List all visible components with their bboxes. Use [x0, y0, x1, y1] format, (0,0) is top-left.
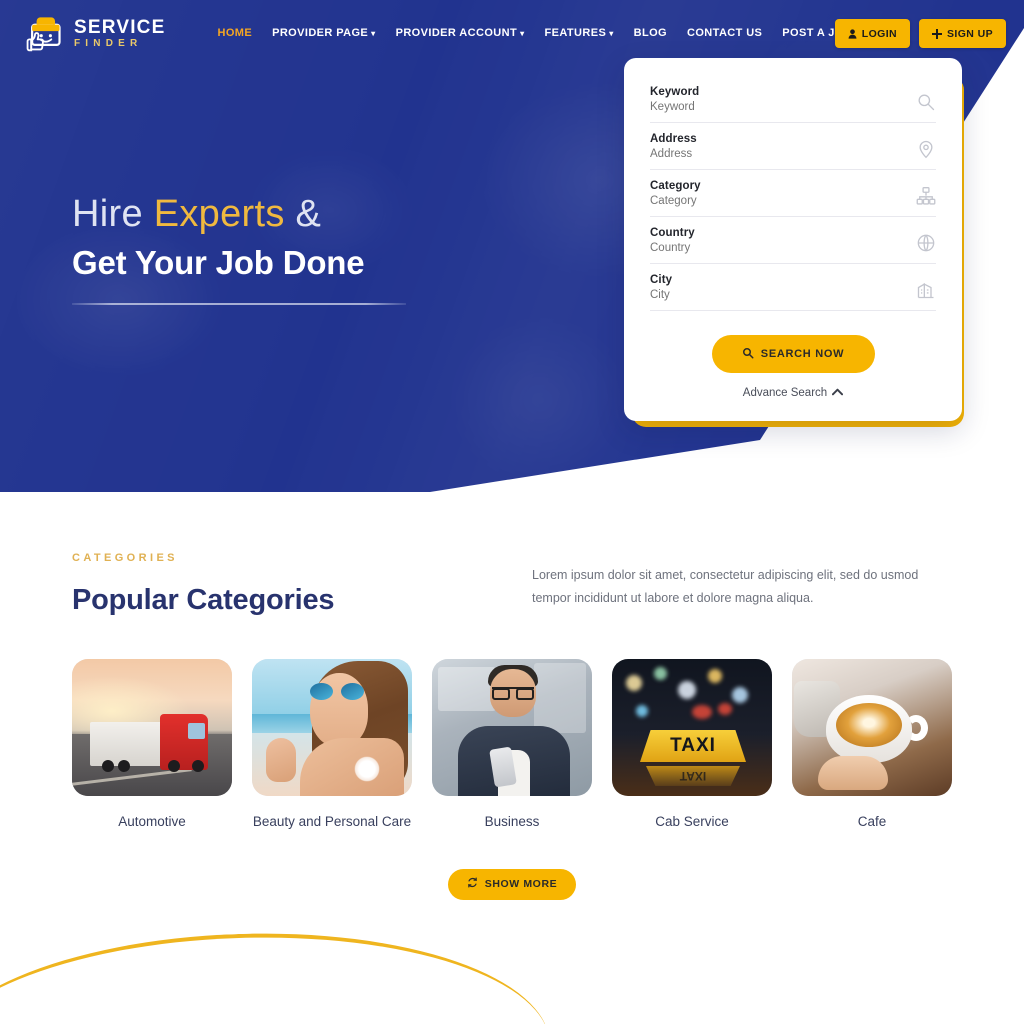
- nav-item-label: PROVIDER PAGE: [272, 27, 369, 39]
- category-card-automotive[interactable]: Automotive: [72, 659, 232, 834]
- search-field-label: Country: [650, 227, 695, 239]
- search-panel: Keyword Address Category Country: [624, 58, 964, 427]
- category-label: Beauty and Personal Care: [252, 814, 412, 829]
- plus-icon: [932, 28, 943, 39]
- nav-item-blog[interactable]: BLOG: [624, 21, 677, 45]
- nav-actions: LOGIN SIGN UP: [834, 19, 1006, 48]
- categories-title: Popular Categories: [72, 584, 335, 616]
- category-input[interactable]: [650, 195, 874, 207]
- user-icon: [848, 28, 857, 39]
- category-label: Business: [484, 814, 540, 829]
- category-card-beauty-and-personal-care[interactable]: Beauty and Personal Care: [252, 659, 412, 834]
- search-card: Keyword Address Category Country: [624, 58, 962, 421]
- search-field-category[interactable]: Category: [650, 176, 936, 217]
- search-field-country[interactable]: Country: [650, 223, 936, 264]
- chevron-down-icon: ▾: [520, 29, 525, 38]
- show-more-button[interactable]: SHOW MORE: [447, 868, 577, 900]
- magnifier-icon: [916, 92, 936, 112]
- categories-heading-group: CATEGORIES Popular Categories: [72, 552, 335, 617]
- sitemap-icon: [916, 186, 936, 206]
- cafe-image: [792, 659, 952, 796]
- main-navbar: SERVICE FINDER HOME PROVIDER PAGE ▾ PROV…: [0, 0, 1024, 66]
- categories-grid: Automotive Beauty and Personal Care Busi…: [0, 659, 1024, 834]
- nav-item-provider-account[interactable]: PROVIDER ACCOUNT ▾: [386, 21, 535, 45]
- hero-headline-line1: Hire Experts &: [72, 192, 406, 237]
- chevron-down-icon: ▾: [609, 29, 614, 38]
- category-card-cab-service[interactable]: TAXI TAXI Cab Service: [612, 659, 772, 834]
- categories-description: Lorem ipsum dolor sit amet, consectetur …: [532, 568, 919, 606]
- taxi-sign-text: TAXI: [670, 735, 716, 756]
- nav-item-contact-us[interactable]: CONTACT US: [677, 21, 772, 45]
- chevron-down-icon: ▾: [371, 29, 376, 38]
- brand-subname: FINDER: [74, 37, 143, 49]
- hero-divider: [72, 303, 406, 306]
- category-thumbnail: [792, 659, 952, 796]
- search-field-keyword[interactable]: Keyword: [650, 82, 936, 123]
- categories-section: CATEGORIES Popular Categories Lorem ipsu…: [0, 500, 1024, 900]
- toolbox-thumbsup-icon: [22, 12, 66, 54]
- category-label: Cafe: [857, 814, 887, 829]
- search-now-label: SEARCH NOW: [760, 348, 845, 360]
- nav-item-label: CONTACT US: [687, 27, 763, 39]
- search-icon: [742, 347, 754, 362]
- business-image: [432, 659, 592, 796]
- nav-item-label: BLOG: [633, 27, 667, 39]
- hero-headline-line2: Get Your Job Done: [72, 243, 365, 281]
- brand-logo[interactable]: SERVICE FINDER: [22, 12, 165, 54]
- refresh-icon: [467, 877, 478, 891]
- category-thumbnail: [432, 659, 592, 796]
- nav-item-home[interactable]: HOME: [207, 21, 262, 45]
- signup-button[interactable]: SIGN UP: [919, 19, 1006, 48]
- map-pin-icon: [916, 139, 936, 159]
- login-button[interactable]: LOGIN: [834, 19, 911, 48]
- search-field-label: Keyword: [650, 86, 700, 98]
- nav-item-label: PROVIDER ACCOUNT: [395, 27, 518, 39]
- taxi-image: TAXI TAXI: [612, 659, 772, 796]
- beauty-image: [252, 659, 412, 796]
- nav-item-label: HOME: [217, 27, 253, 39]
- hero-copy: Hire Experts & Get Your Job Done: [72, 192, 406, 306]
- search-field-label: Category: [650, 180, 701, 192]
- taxi-sign-reflection: TAXI: [679, 769, 707, 783]
- category-thumbnail: [252, 659, 412, 796]
- signup-button-label: SIGN UP: [947, 27, 993, 40]
- hero-headline-prefix: Hire: [72, 193, 154, 235]
- country-input[interactable]: [650, 242, 874, 254]
- brand-name: SERVICE: [74, 16, 166, 38]
- category-card-business[interactable]: Business: [432, 659, 592, 834]
- categories-eyebrow: CATEGORIES: [72, 552, 178, 564]
- category-label: Automotive: [118, 814, 186, 829]
- search-now-button[interactable]: SEARCH NOW: [711, 335, 875, 373]
- search-field-city[interactable]: City: [650, 270, 936, 311]
- truck-image: [72, 659, 232, 796]
- nav-item-label: FEATURES: [544, 27, 607, 39]
- address-input[interactable]: [650, 148, 874, 160]
- show-more-label: SHOW MORE: [484, 878, 558, 891]
- advance-search-label: Advance Search: [742, 387, 828, 399]
- globe-icon: [916, 233, 936, 253]
- category-thumbnail: TAXI TAXI: [612, 659, 772, 796]
- nav-item-features[interactable]: FEATURES ▾: [535, 21, 624, 45]
- nav-item-provider-page[interactable]: PROVIDER PAGE ▾: [262, 21, 386, 45]
- chevron-up-icon: [832, 388, 844, 399]
- categories-header: CATEGORIES Popular Categories Lorem ipsu…: [0, 552, 1024, 617]
- search-field-label: City: [650, 274, 673, 286]
- hero-headline-accent: Experts: [153, 193, 285, 235]
- show-more-row: SHOW MORE: [0, 868, 1024, 900]
- category-thumbnail: [72, 659, 232, 796]
- building-icon: [916, 280, 936, 300]
- category-label: Cab Service: [655, 814, 729, 829]
- category-card-cafe[interactable]: Cafe: [792, 659, 952, 834]
- login-button-label: LOGIN: [861, 27, 898, 40]
- hero-headline-suffix: &: [284, 193, 322, 235]
- city-input[interactable]: [650, 289, 874, 301]
- brand-logo-text: SERVICE FINDER: [74, 18, 165, 49]
- bottom-decorative-arc: [0, 923, 554, 1024]
- search-field-address[interactable]: Address: [650, 129, 936, 170]
- nav-links: HOME PROVIDER PAGE ▾ PROVIDER ACCOUNT ▾ …: [207, 21, 913, 45]
- search-field-label: Address: [650, 133, 697, 145]
- advance-search-toggle[interactable]: Advance Search: [650, 387, 936, 399]
- keyword-input[interactable]: [650, 101, 874, 113]
